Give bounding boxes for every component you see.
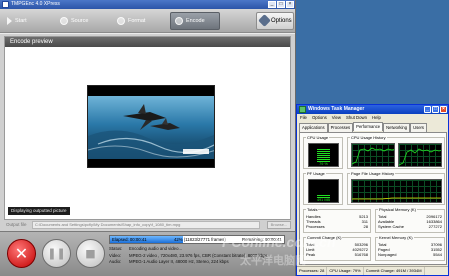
encode-icon [175, 17, 183, 25]
totals-group: Totals Handles 5213 Threads 311 Processes 2… [303, 207, 371, 233]
maximize-icon[interactable]: □ [277, 1, 285, 8]
cpu-usage-value: 79 % [319, 162, 328, 166]
progress-frames-text: 42% (11823/27771 frames) [174, 237, 226, 242]
format-icon [117, 17, 125, 25]
cancel-encode-button[interactable]: ✕ [7, 239, 36, 268]
task-manager-titlebar[interactable]: Windows Task Manager _ □ × [297, 105, 448, 114]
step-format-label: Format [128, 18, 146, 24]
pause-icon: ❚❚ [47, 247, 66, 260]
menu-options[interactable]: Options [312, 114, 327, 122]
cpu-history-graph-2 [398, 143, 442, 167]
display-status-label: Displaying outputted picture [8, 207, 70, 215]
tmpgenc-app-icon [2, 1, 9, 8]
pf-usage-meter: 491 MB [308, 179, 339, 203]
task-manager-title: Windows Task Manager [308, 106, 365, 112]
maximize-icon[interactable]: □ [432, 106, 439, 113]
pf-usage-group: PF Usage 491 MB [303, 171, 343, 205]
cpu-history-group: CPU Usage History [347, 135, 445, 169]
commit-peak-value: 516768 [354, 252, 368, 258]
source-icon [60, 17, 68, 25]
start-arrow-icon [7, 17, 12, 25]
watermark-logo: PConline.com.cn [222, 234, 336, 250]
output-file-row: Output file C:\Documents and Settings\pc… [4, 220, 291, 230]
tab-networking[interactable]: Networking [383, 123, 411, 132]
pf-history-group: Page File Usage History [347, 171, 445, 205]
task-manager-icon [299, 106, 306, 113]
options-button[interactable]: Options [256, 12, 294, 30]
kernel-memory-group: Kernel Memory (K) Total 37096 Paged 31552 … [375, 235, 445, 261]
audio-value: MPEG-1 Audio Layer II, 48000 Hz, Stereo,… [129, 259, 229, 264]
audio-key: Audio: [109, 259, 122, 264]
menu-help[interactable]: Help [372, 114, 381, 122]
pause-button[interactable]: ❚❚ [42, 239, 71, 268]
cancel-x-icon: ✕ [14, 244, 29, 263]
physical-memory-group: Physical Memory (K) Total 2096172 Availab… [375, 207, 445, 233]
close-icon[interactable]: × [440, 106, 447, 113]
tmpgenc-title: TMPGEnc 4.0 XPress [11, 1, 60, 7]
video-preview [87, 85, 215, 168]
step-encode-label: Encode [186, 18, 205, 24]
minimize-icon[interactable]: _ [268, 1, 276, 8]
phys-cache-label: System Cache [378, 224, 405, 230]
phys-cache-value: 277272 [428, 224, 442, 230]
task-manager-statusbar: Processes: 28 CPU Usage: 79% Commit Char… [297, 266, 448, 275]
tmpgenc-titlebar[interactable]: TMPGEnc 4.0 XPress _ □ × [0, 0, 295, 9]
cpu-usage-group: CPU Usage 79 % [303, 135, 343, 169]
pf-usage-value: 491 MB [316, 198, 331, 202]
status-cpu-usage: CPU Usage: 79% [327, 267, 364, 275]
tab-performance[interactable]: Performance [353, 122, 384, 131]
tab-processes[interactable]: Processes [327, 123, 354, 132]
watermark-logo-cn: 太平洋电脑网 [240, 255, 306, 267]
cpu-meter-fill [317, 149, 330, 163]
close-icon[interactable]: × [286, 1, 294, 8]
tab-users[interactable]: Users [410, 123, 428, 132]
step-source-label: Source [71, 18, 89, 24]
options-label: Options [271, 18, 292, 24]
tab-applications[interactable]: Applications [299, 123, 328, 132]
kernel-memory-title: Kernel Memory (K) [378, 235, 414, 240]
pf-history-label: Page File Usage History [350, 171, 396, 176]
preview-title: Encode preview [5, 37, 290, 47]
task-manager-tabs: Applications Processes Performance Netwo… [297, 122, 448, 132]
totals-title: Totals [306, 207, 319, 212]
menu-view[interactable]: View [332, 114, 341, 122]
output-path-field[interactable]: C:\Documents and Settings\pcfly\My Docum… [32, 221, 260, 229]
minimize-icon[interactable]: _ [424, 106, 431, 113]
stop-icon: ■ [85, 247, 96, 260]
pf-usage-label: PF Usage [306, 171, 326, 176]
stop-button[interactable]: ■ [76, 239, 105, 268]
step-start-button[interactable]: Start [3, 12, 53, 30]
browse-button[interactable]: Browse... [267, 221, 291, 229]
pf-history-graph [351, 179, 442, 203]
step-start-label: Start [15, 18, 27, 24]
step-format-button[interactable]: Format [113, 12, 165, 30]
step-source-button[interactable]: Source [56, 12, 108, 30]
step-encode-button[interactable]: Encode [170, 12, 220, 30]
status-value: Encoding audio and video... [129, 246, 183, 251]
status-commit-charge: Commit Charge: 491M / 3934M [364, 267, 425, 275]
cpu-usage-meter: 79 % [308, 143, 339, 167]
wrench-icon [258, 14, 271, 27]
menu-shut-down[interactable]: Shut Down [346, 114, 367, 122]
output-file-label: Output file [6, 222, 27, 227]
processes-label: Processes [306, 224, 325, 230]
task-manager-menubar: File Options View Shut Down Help [297, 114, 448, 122]
step-toolbar: Start Source Format Encode Options [0, 9, 295, 33]
elapsed-text: Elapsed: 00:00:41 [112, 237, 147, 242]
status-processes: Processes: 28 [297, 267, 328, 275]
commit-peak-label: Peak [306, 252, 316, 258]
kernel-nonpaged-label: Nonpaged [378, 252, 397, 258]
cpu-history-label: CPU Usage History [350, 135, 387, 140]
kernel-nonpaged-value: 5544 [433, 252, 442, 258]
menu-file[interactable]: File [300, 114, 307, 122]
task-manager-window: Windows Task Manager _ □ × File Options … [296, 104, 449, 276]
cpu-history-graph-1 [351, 143, 395, 167]
processes-value: 28 [363, 224, 368, 230]
cpu-usage-label: CPU Usage [306, 135, 330, 140]
physical-memory-title: Physical Memory (K) [378, 207, 417, 212]
encode-preview-frame: Encode preview Displaying outputted pict… [4, 36, 291, 220]
